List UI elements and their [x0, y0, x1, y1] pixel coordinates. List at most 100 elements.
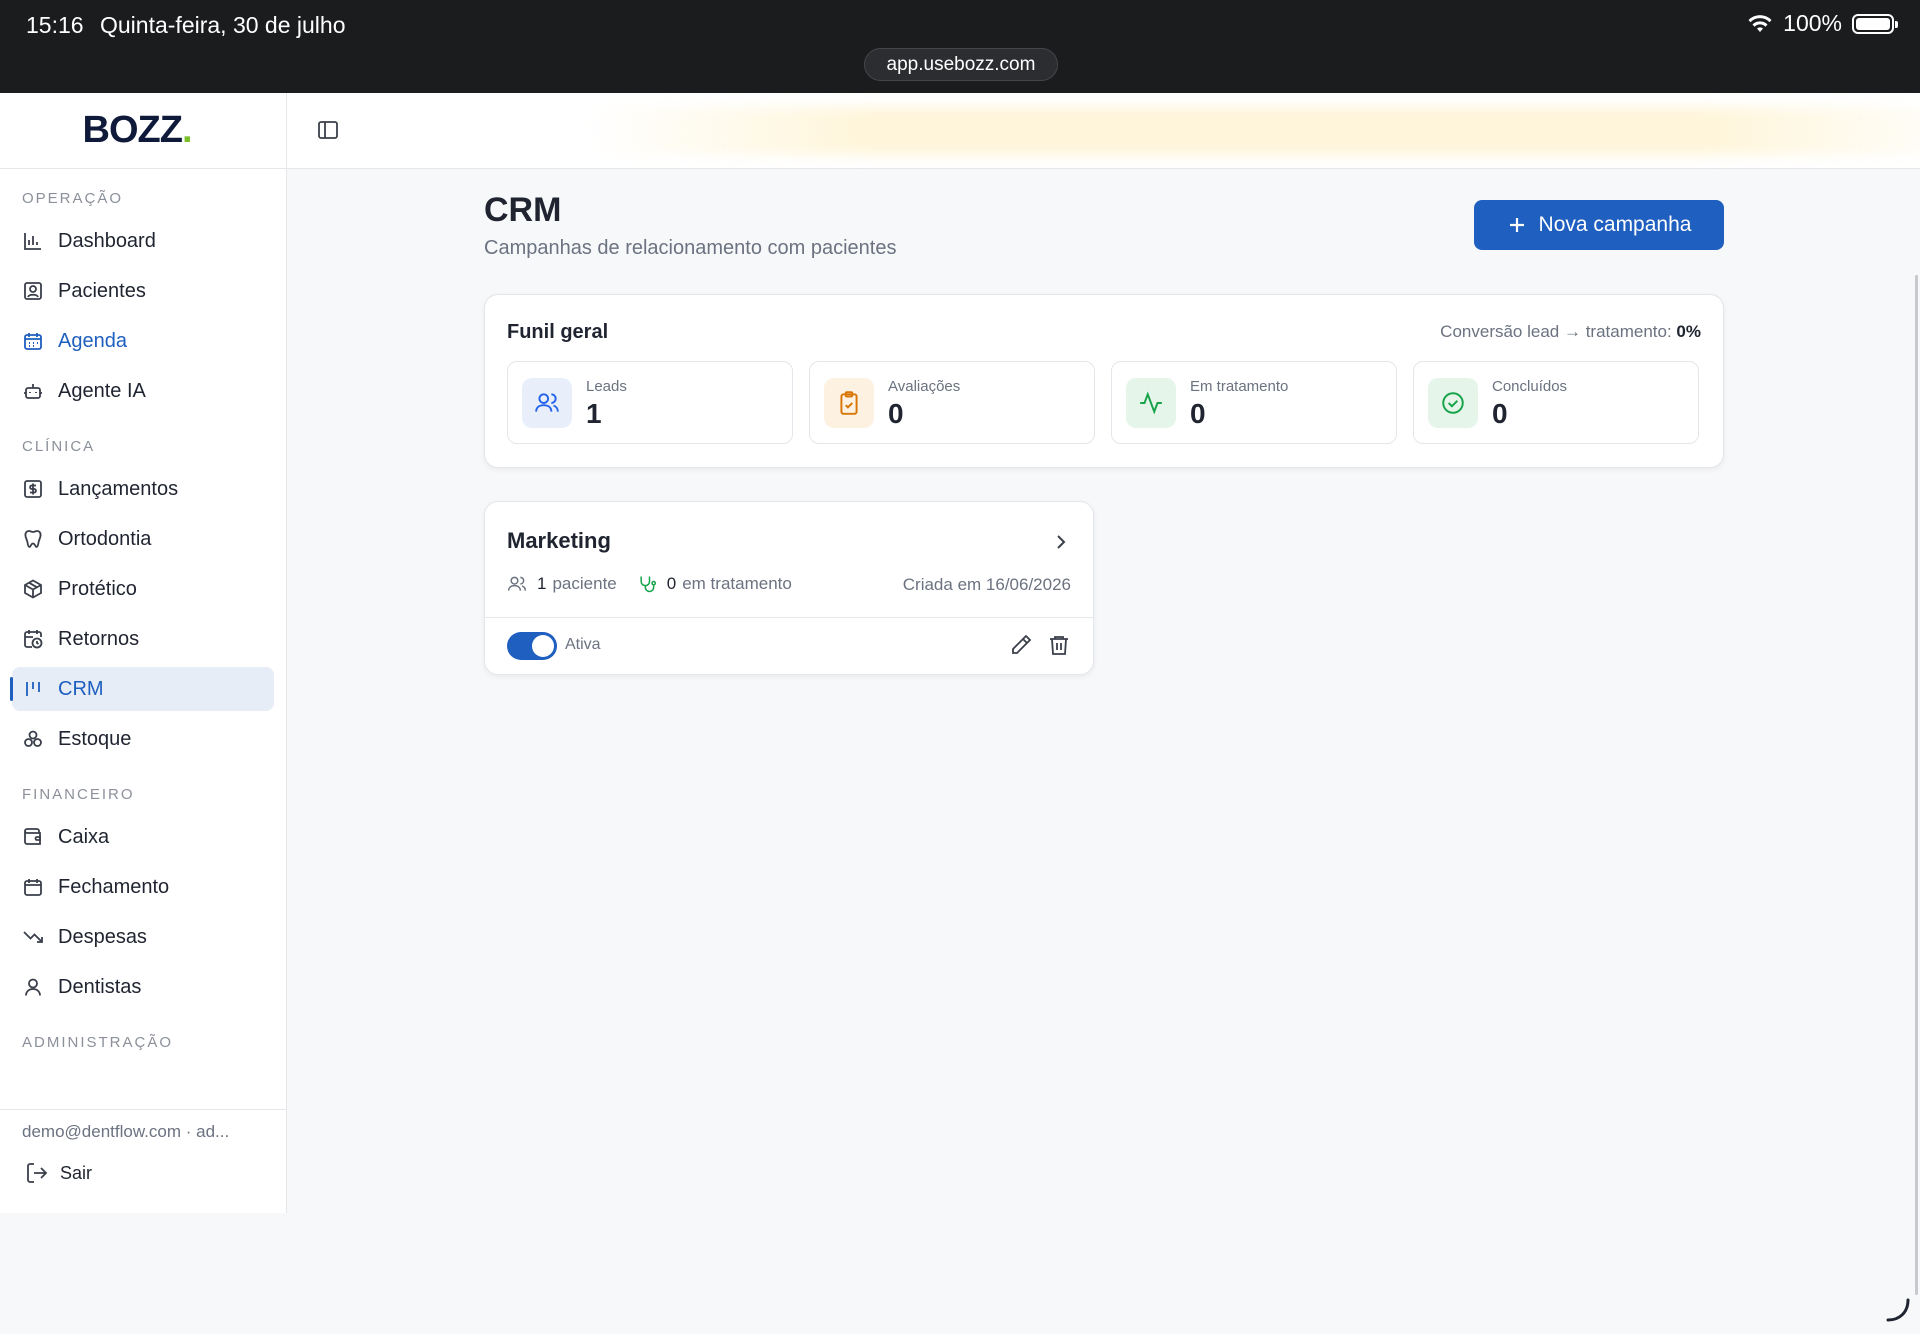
- sidebar-item-retornos[interactable]: Retornos: [12, 617, 274, 661]
- tooth-icon: [22, 528, 44, 550]
- section-financeiro: FINANCEIRO: [22, 786, 135, 803]
- trash-icon[interactable]: [1047, 633, 1071, 657]
- kanban-icon: [22, 678, 44, 700]
- logout-label: Sair: [60, 1162, 93, 1183]
- patients-label: paciente: [552, 574, 617, 593]
- dollar-icon: [22, 478, 44, 500]
- stat-value: 0: [888, 398, 904, 429]
- stat-avaliacoes: Avaliações 0: [809, 361, 1095, 444]
- divider: [485, 617, 1093, 618]
- sidebar-item-label: Caixa: [58, 825, 110, 848]
- notice-banner: [587, 107, 1920, 155]
- sidebar-item-label: Dashboard: [58, 229, 156, 252]
- status-right: 100%: [1747, 10, 1898, 37]
- sidebar-item-agente-ia[interactable]: Agente IA: [12, 369, 274, 413]
- url-bar[interactable]: app.usebozz.com: [864, 48, 1058, 81]
- top-bar: [287, 93, 1920, 169]
- boxes-icon: [22, 728, 44, 750]
- sidebar-item-caixa[interactable]: Caixa: [12, 815, 274, 859]
- users-icon: [507, 576, 527, 591]
- status-date: Quinta-feira, 30 de julho: [100, 12, 346, 38]
- bar-chart-icon: [22, 230, 44, 252]
- sidebar-item-label: Retornos: [58, 627, 140, 650]
- conversion-label: Conversão lead → tratamento:: [1440, 322, 1672, 341]
- sidebar-item-label: Agente IA: [58, 379, 146, 402]
- wallet-icon: [22, 826, 44, 848]
- sidebar-item-crm[interactable]: CRM: [10, 667, 274, 711]
- sidebar-item-label: Agenda: [58, 329, 127, 352]
- conversion-rate: Conversão lead → tratamento: 0%: [1440, 322, 1701, 342]
- sidebar-item-protetico[interactable]: Protético: [12, 567, 274, 611]
- box-icon: [22, 578, 44, 600]
- sidebar-item-despesas[interactable]: Despesas: [12, 915, 274, 959]
- section-clinica: CLÍNICA: [22, 438, 96, 455]
- users-icon: [522, 378, 572, 428]
- campaign-active-toggle[interactable]: [507, 632, 557, 660]
- sidebar-item-label: Lançamentos: [58, 477, 179, 500]
- sidebar-item-label: Ortodontia: [58, 527, 152, 550]
- trending-down-icon: [22, 926, 44, 948]
- activity-icon: [1126, 378, 1176, 428]
- conversion-value: 0%: [1676, 322, 1701, 341]
- sidebar-item-lancamentos[interactable]: Lançamentos: [12, 467, 274, 511]
- toggle-label: Ativa: [565, 636, 601, 653]
- sidebar-item-label: Fechamento: [58, 875, 170, 898]
- scrollbar[interactable]: [1915, 275, 1918, 1295]
- check-circle-icon: [1428, 378, 1478, 428]
- section-administracao: ADMINISTRAÇÃO: [22, 1034, 174, 1051]
- campaign-meta: 1 paciente 0 em tratamento: [507, 574, 792, 594]
- wifi-icon: [1748, 14, 1772, 32]
- sidebar-toggle-icon[interactable]: [317, 119, 339, 141]
- sidebar-item-estoque[interactable]: Estoque: [12, 717, 274, 761]
- treatment-label: em tratamento: [682, 574, 792, 593]
- page-title: CRM: [484, 191, 562, 229]
- sidebar-item-dentistas[interactable]: Dentistas: [12, 965, 274, 1009]
- sidebar-item-dashboard[interactable]: Dashboard: [12, 219, 274, 263]
- stat-value: 0: [1190, 398, 1206, 429]
- logo-dot: .: [181, 109, 193, 151]
- stat-label: Concluídos: [1492, 378, 1568, 395]
- sidebar-item-label: Dentistas: [58, 975, 142, 998]
- campaign-card[interactable]: Marketing 1 paciente 0 em tratamento Cri…: [484, 501, 1094, 675]
- new-campaign-label: Nova campanha: [1538, 213, 1692, 236]
- calendar-clock-icon: [22, 628, 44, 650]
- stat-value: 0: [1492, 398, 1508, 429]
- status-time: 15:16: [26, 12, 84, 38]
- status-bar: 15:16 Quinta-feira, 30 de julho 100% app…: [0, 0, 1920, 93]
- logout-button[interactable]: Sair: [0, 1142, 286, 1184]
- brand: BOZZ.: [0, 93, 286, 169]
- battery-percent: 100%: [1783, 10, 1842, 36]
- corner-gesture-icon: [1886, 1298, 1910, 1322]
- battery-icon: [1852, 13, 1898, 34]
- contact-icon: [22, 280, 44, 302]
- patients-count: 1: [537, 574, 547, 593]
- edit-icon[interactable]: [1009, 633, 1033, 657]
- sidebar-item-pacientes[interactable]: Pacientes: [12, 269, 274, 313]
- bozz-logo[interactable]: BOZZ.: [82, 109, 193, 152]
- campaign-created: Criada em 16/06/2026: [902, 575, 1071, 594]
- sidebar-item-ortodontia[interactable]: Ortodontia: [12, 517, 274, 561]
- section-operacao: OPERAÇÃO: [22, 190, 124, 207]
- stethoscope-icon: [640, 576, 656, 593]
- funnel-title: Funil geral: [507, 321, 609, 343]
- stat-value: 1: [586, 398, 602, 429]
- calendar-icon: [22, 876, 44, 898]
- chevron-right-icon[interactable]: [1051, 532, 1071, 552]
- page-subtitle: Campanhas de relacionamento com paciente…: [484, 237, 897, 259]
- treatment-count: 0: [666, 574, 677, 593]
- sidebar-item-fechamento[interactable]: Fechamento: [12, 865, 274, 909]
- stat-concluidos: Concluídos 0: [1413, 361, 1699, 444]
- stat-label: Leads: [586, 378, 627, 395]
- user-email: demo@dentflow.com · ad...: [22, 1122, 230, 1141]
- clipboard-check-icon: [824, 378, 874, 428]
- sidebar-item-agenda[interactable]: Agenda: [12, 319, 274, 363]
- sidebar-item-label: CRM: [58, 677, 104, 700]
- stat-leads: Leads 1: [507, 361, 793, 444]
- sidebar: BOZZ. OPERAÇÃO Dashboard Pacientes Agend…: [0, 93, 287, 1213]
- stat-label: Em tratamento: [1190, 378, 1289, 395]
- new-campaign-button[interactable]: Nova campanha: [1474, 200, 1724, 250]
- logo-text: BOZZ: [82, 109, 183, 151]
- bot-icon: [22, 380, 44, 402]
- logout-icon: [27, 1163, 48, 1183]
- calendar-icon: [22, 330, 44, 352]
